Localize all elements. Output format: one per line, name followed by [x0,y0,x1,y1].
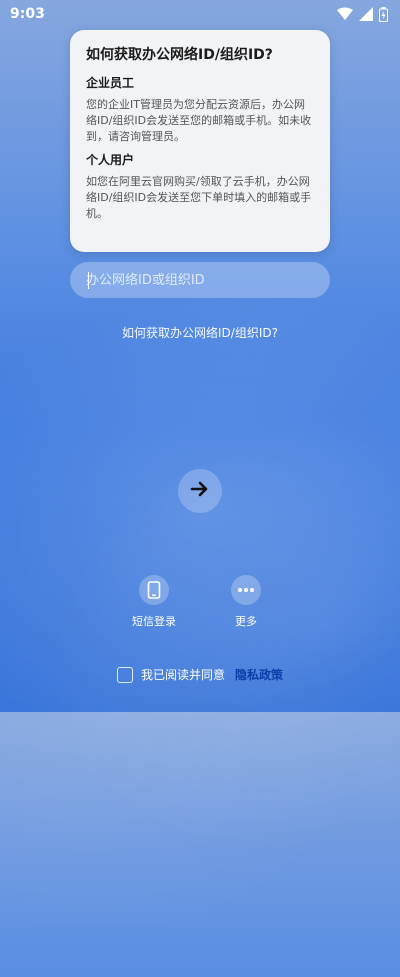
battery-icon [379,6,388,22]
agreement-checkbox[interactable] [116,666,133,683]
arrow-right-icon [190,480,210,502]
more-button[interactable]: 更多 [216,575,276,629]
popup-section-text: 您的企业IT管理员为您分配云资源后，办公网络ID/组织ID会发送至您的邮箱或手机… [86,98,312,143]
wifi-icon [337,7,353,21]
signal-icon [359,7,373,21]
next-button[interactable] [178,469,222,513]
phone-icon [139,575,169,605]
help-popup: 如何获取办公网络ID/组织ID? 企业员工 您的企业IT管理员为您分配云资源后，… [70,30,330,252]
text-cursor [88,272,89,289]
sms-login-button[interactable]: 短信登录 [124,575,184,629]
agreement-row: 我已阅读并同意 隐私政策 [0,666,400,683]
status-bar: 9:03 [0,0,400,28]
sms-login-label: 短信登录 [132,615,176,628]
popup-section-heading: 企业员工 [86,76,135,90]
status-time: 9:03 [10,6,45,22]
popup-section-heading: 个人用户 [86,153,135,167]
agreement-text: 我已阅读并同意 [140,668,225,682]
popup-title: 如何获取办公网络ID/组织ID? [86,47,273,63]
org-id-input[interactable] [70,262,330,298]
more-label: 更多 [235,615,257,628]
status-icons [337,6,388,22]
help-link[interactable]: 如何获取办公网络ID/组织ID? [0,324,400,341]
popup-section-text: 如您在阿里云官网购买/领取了云手机，办公网络ID/组织ID会发送至您下单时填入的… [86,175,312,220]
privacy-policy-link[interactable]: 隐私政策 [235,666,283,683]
more-icon [231,575,261,605]
alternative-login: 短信登录 更多 [0,575,400,629]
